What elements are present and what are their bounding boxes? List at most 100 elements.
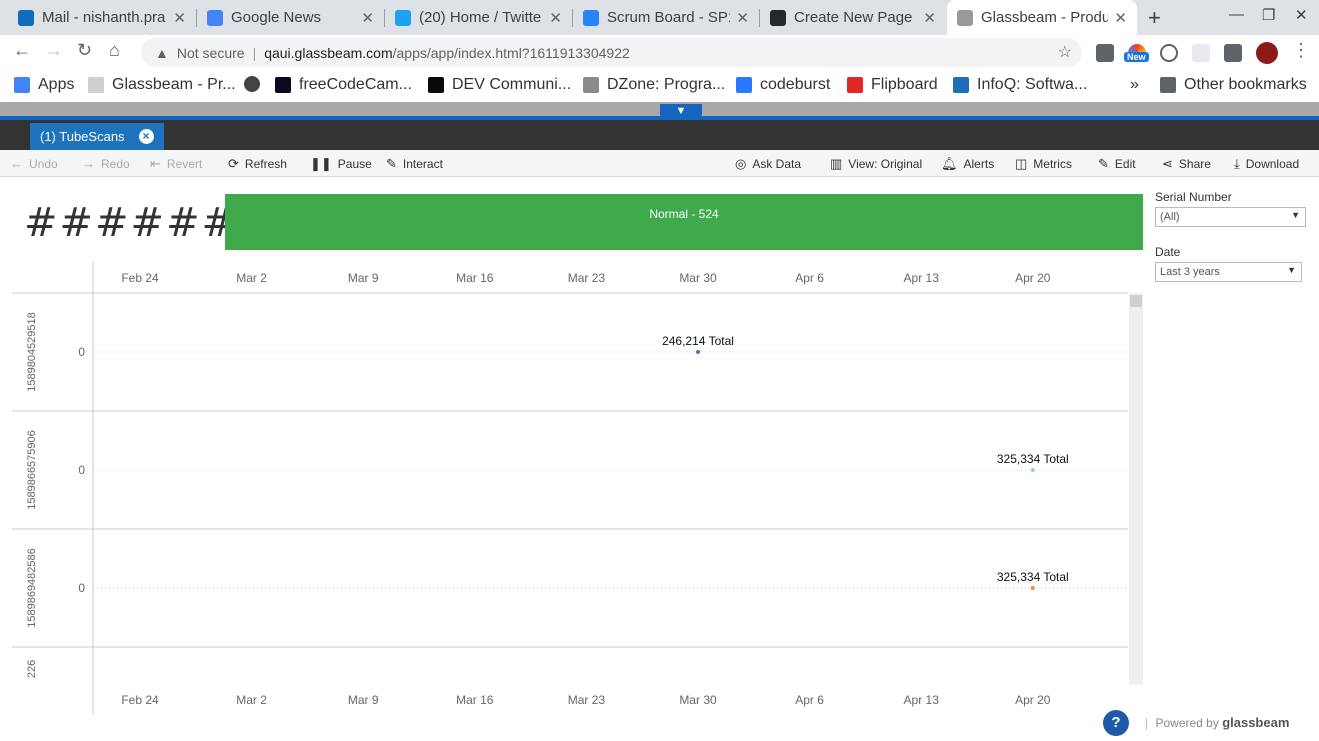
other-bookmarks[interactable]: Other bookmarks bbox=[1160, 76, 1307, 94]
browser-tab-title: Glassbeam - Produ bbox=[981, 9, 1109, 26]
x-tick-label-bottom: Mar 2 bbox=[236, 693, 267, 707]
menu-kebab-icon[interactable]: ⋮ bbox=[1292, 40, 1310, 61]
close-tab-icon[interactable]: ✕ bbox=[549, 9, 562, 27]
browser-tab-title: (20) Home / Twitte bbox=[419, 9, 542, 26]
close-tab-icon[interactable]: × bbox=[138, 129, 154, 144]
x-tick-label-bottom: Mar 16 bbox=[456, 693, 494, 707]
bookmark-item[interactable]: freeCodeCam... bbox=[275, 76, 412, 94]
glassbeam-logo: glassbeam bbox=[1222, 715, 1290, 730]
warning-icon: ▲ bbox=[155, 44, 169, 61]
extension-blank-icon[interactable] bbox=[1192, 44, 1210, 62]
x-tick-label-top: Mar 30 bbox=[679, 271, 717, 285]
interact-button[interactable]: ✎ Interact bbox=[386, 156, 443, 172]
data-annotation: 246,214 Total bbox=[662, 334, 734, 348]
alerts-button[interactable]: 🔔︎ Alerts bbox=[941, 156, 994, 172]
pause-button[interactable]: ❚❚ Pause bbox=[310, 156, 372, 172]
close-tab-icon[interactable]: ✕ bbox=[173, 9, 186, 27]
serial-number-select[interactable]: (All) ▼ bbox=[1155, 207, 1306, 227]
browser-tab[interactable]: Google News ✕ bbox=[197, 0, 384, 35]
bookmark-item[interactable] bbox=[244, 76, 268, 92]
status-bar-label: Normal - 524 bbox=[649, 207, 719, 221]
metrics-button[interactable]: ◫ Metrics bbox=[1015, 156, 1072, 172]
data-annotation: 325,334 Total bbox=[997, 570, 1069, 584]
back-icon[interactable]: ← bbox=[13, 40, 31, 61]
bookmark-item[interactable]: DEV Communi... bbox=[428, 76, 571, 94]
date-select[interactable]: Last 3 years ▼ bbox=[1155, 262, 1302, 282]
reload-icon[interactable]: ↻ bbox=[77, 40, 92, 61]
x-tick-label-bottom: Apr 6 bbox=[795, 693, 824, 707]
x-tick-label-top: Mar 2 bbox=[236, 271, 267, 285]
bookmark-item[interactable]: Glassbeam - Pr... bbox=[88, 76, 236, 94]
bookmark-item[interactable]: Apps bbox=[14, 76, 74, 94]
bell-icon: 🔔︎ bbox=[941, 156, 958, 171]
redo-button[interactable]: → Redo bbox=[82, 156, 130, 171]
bookmark-item[interactable]: InfoQ: Softwa... bbox=[953, 76, 1087, 94]
bookmark-label: DEV Communi... bbox=[452, 76, 572, 93]
close-window-icon[interactable]: ✕ bbox=[1295, 6, 1308, 24]
close-tab-icon[interactable]: ✕ bbox=[736, 9, 749, 27]
bookmark-label: Flipboard bbox=[871, 76, 938, 93]
bookmark-label: Glassbeam - Pr... bbox=[112, 76, 236, 93]
close-tab-icon[interactable]: ✕ bbox=[361, 9, 374, 27]
share-icon: ⋖ bbox=[1162, 156, 1173, 171]
close-tab-icon[interactable]: ✕ bbox=[923, 9, 936, 27]
outlook-icon bbox=[18, 9, 34, 26]
minimize-icon[interactable]: — bbox=[1229, 6, 1244, 23]
browser-tab[interactable]: Mail - nishanth.pra ✕ bbox=[8, 0, 196, 35]
flipboard-icon bbox=[847, 77, 863, 93]
view-original-button[interactable]: ▥ View: Original bbox=[830, 156, 922, 172]
browser-tab[interactable]: Glassbeam - Produ ✕ bbox=[947, 0, 1137, 35]
bookmark-star-icon[interactable]: ☆ bbox=[1058, 42, 1072, 62]
row-label: 1589804529518 bbox=[26, 312, 38, 392]
tab-tubescans[interactable]: (1) TubeScans × bbox=[30, 123, 164, 150]
browser-tab[interactable]: Scrum Board - SP1 ✕ bbox=[573, 0, 759, 35]
bookmark-item[interactable]: codeburst bbox=[736, 76, 830, 94]
help-button[interactable]: ? bbox=[1103, 710, 1129, 736]
bookmark-item[interactable]: Flipboard bbox=[847, 76, 938, 94]
ask-data-button[interactable]: ◎ Ask Data bbox=[735, 156, 801, 172]
google-news-icon bbox=[207, 9, 223, 26]
home-icon[interactable]: ⌂ bbox=[109, 40, 120, 61]
forward-icon[interactable]: → bbox=[45, 40, 63, 61]
browser-tab[interactable]: (20) Home / Twitte ✕ bbox=[385, 0, 572, 35]
view-icon: ▥ bbox=[830, 156, 843, 171]
status-bar[interactable]: Normal - 524 bbox=[225, 194, 1143, 250]
puzzle-icon[interactable] bbox=[1224, 44, 1242, 62]
avatar[interactable] bbox=[1256, 42, 1278, 64]
x-tick-label-top: Apr 20 bbox=[1015, 271, 1051, 285]
share-button[interactable]: ⋖ Share bbox=[1162, 156, 1211, 172]
serial-number-label: Serial Number bbox=[1155, 190, 1232, 204]
bookmark-item[interactable]: DZone: Progra... bbox=[583, 76, 725, 94]
edit-button[interactable]: ✎ Edit bbox=[1098, 156, 1136, 172]
new-tab-button[interactable]: + bbox=[1148, 5, 1161, 31]
bookmark-label: DZone: Progra... bbox=[607, 76, 726, 93]
bookmarks-overflow-icon[interactable]: » bbox=[1130, 76, 1139, 94]
chevron-down-icon: ▼ bbox=[1287, 265, 1296, 275]
download-button[interactable]: ⤓ Download bbox=[1234, 156, 1299, 172]
zero-tick-label: 0 bbox=[78, 581, 85, 595]
data-point bbox=[1030, 586, 1035, 590]
x-tick-label-top: Feb 24 bbox=[121, 271, 159, 285]
powered-by: | Powered by glassbeam bbox=[1145, 715, 1290, 730]
address-bar[interactable]: ▲ Not secure | qaui.glassbeam.com /apps/… bbox=[141, 38, 1082, 67]
data-annotation: 325,334 Total bbox=[997, 452, 1069, 466]
revert-button[interactable]: ⇤ Revert bbox=[150, 156, 202, 172]
refresh-button[interactable]: ⟳ Refresh bbox=[228, 156, 287, 172]
twitter-icon bbox=[395, 9, 411, 26]
chart-scroll-thumb[interactable] bbox=[1130, 295, 1142, 307]
undo-button[interactable]: ← Undo bbox=[10, 156, 58, 171]
revert-icon: ⇤ bbox=[150, 156, 161, 171]
download-icon: ⤓ bbox=[1234, 156, 1240, 171]
globe-icon bbox=[244, 76, 260, 92]
github-icon bbox=[770, 9, 786, 26]
bookmark-label: freeCodeCam... bbox=[299, 76, 412, 93]
browser-tab-title: Google News bbox=[231, 9, 322, 26]
restore-icon[interactable]: ❐ bbox=[1262, 6, 1275, 24]
collapse-header-button[interactable]: ▼ bbox=[660, 104, 702, 118]
browser-tab[interactable]: Create New Page ✕ bbox=[760, 0, 946, 35]
close-tab-icon[interactable]: ✕ bbox=[1114, 9, 1127, 27]
chart-scrollbar[interactable] bbox=[1129, 293, 1143, 685]
x-tick-label-top: Mar 16 bbox=[456, 271, 494, 285]
recycle-extension-icon[interactable] bbox=[1096, 44, 1114, 62]
extension-circle-icon[interactable] bbox=[1160, 44, 1178, 62]
